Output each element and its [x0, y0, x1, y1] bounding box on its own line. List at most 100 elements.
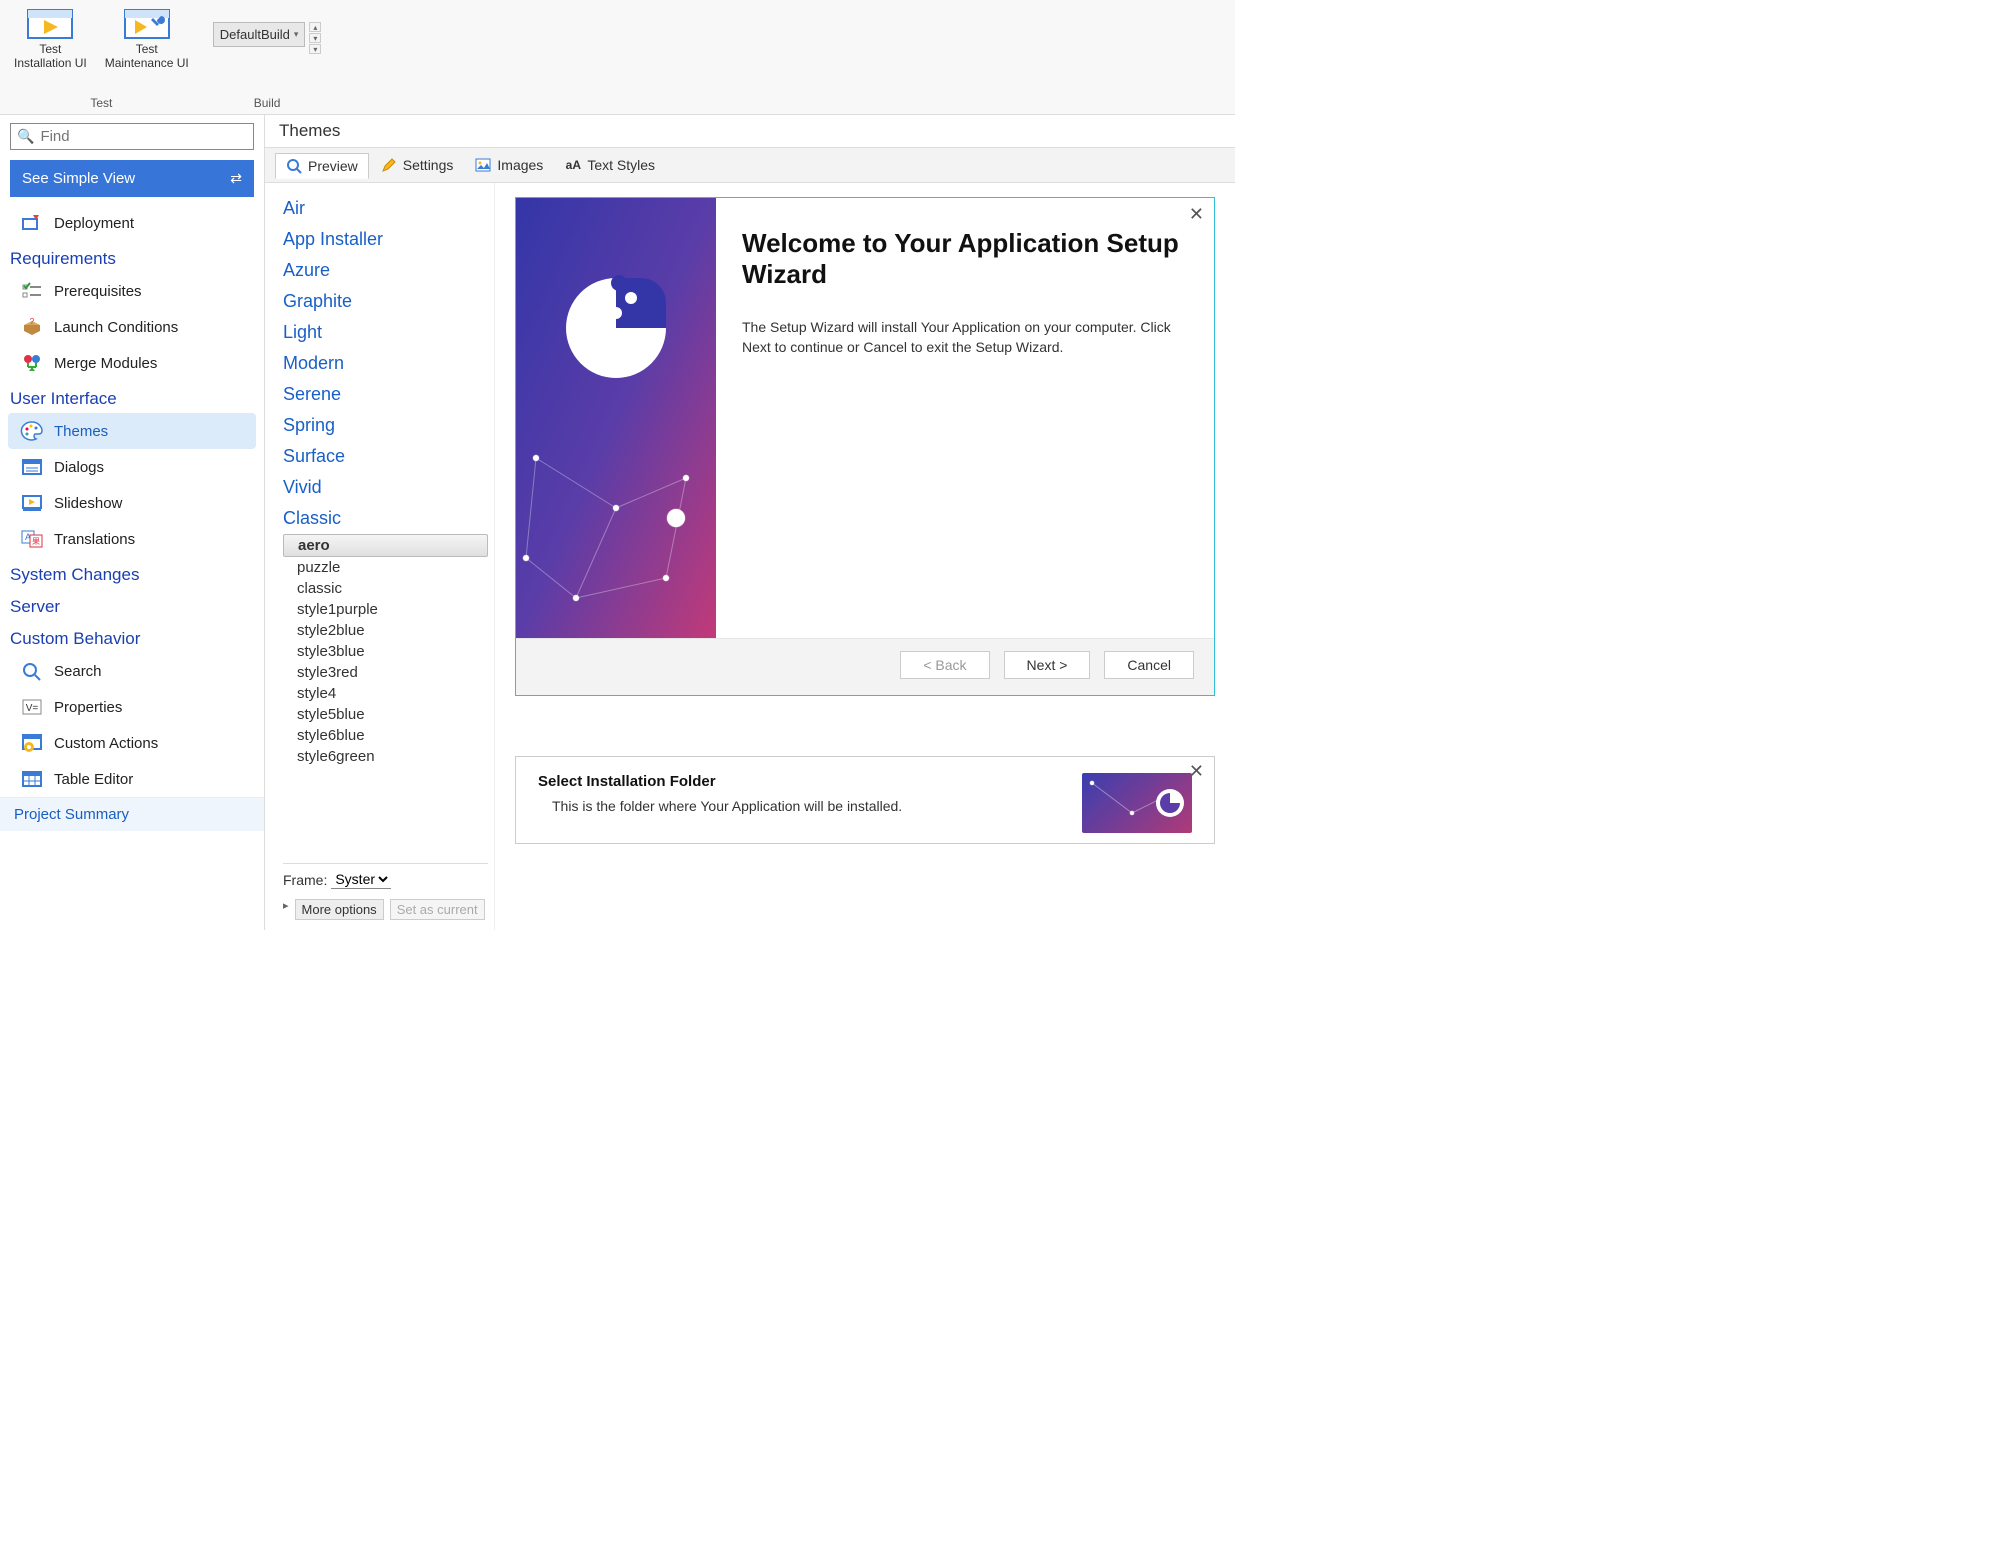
test-maintenance-ui-button[interactable]: Test Maintenance UI — [101, 6, 193, 73]
find-box[interactable]: 🔍 — [10, 123, 254, 150]
content-body: AirApp InstallerAzureGraphiteLightModern… — [265, 183, 1235, 930]
window-wrench-icon — [123, 8, 171, 40]
properties-icon: V= — [20, 696, 44, 718]
see-simple-view-button[interactable]: See Simple View ⇄ — [10, 160, 254, 197]
wizard2-body: This is the folder where Your Applicatio… — [538, 798, 902, 814]
sidebar-item-translations[interactable]: A果 Translations — [0, 521, 264, 557]
text-icon: aA — [565, 157, 581, 173]
ribbon-group-build: DefaultBuild ▾ ▴ ▾ ▾ Build — [203, 0, 332, 114]
sidebar-item-label: Themes — [54, 423, 108, 440]
wizard-welcome: ✕ — [515, 197, 1215, 696]
tab-images[interactable]: Images — [465, 152, 553, 178]
theme-category[interactable]: Surface — [283, 441, 488, 472]
app-root: Test Installation UI Test Maintenance UI… — [0, 0, 1235, 930]
theme-category[interactable]: Azure — [283, 255, 488, 286]
sidebar-item-table-editor[interactable]: Table Editor — [0, 761, 264, 797]
test-installation-ui-label: Test Installation UI — [14, 42, 87, 71]
set-as-current-button[interactable]: Set as current — [390, 899, 485, 920]
sidebar-item-search[interactable]: Search — [0, 653, 264, 689]
build-spinner: ▴ ▾ ▾ — [309, 22, 321, 55]
build-spinner-up[interactable]: ▴ — [309, 22, 321, 32]
tab-text-styles[interactable]: aA Text Styles — [555, 152, 665, 178]
sidebar-item-properties[interactable]: V= Properties — [0, 689, 264, 725]
build-spinner-down[interactable]: ▾ — [309, 33, 321, 43]
tab-label: Text Styles — [587, 157, 655, 173]
theme-category[interactable]: Classic — [283, 503, 488, 534]
cancel-button[interactable]: Cancel — [1104, 651, 1194, 679]
svg-text:果: 果 — [32, 537, 40, 546]
find-input[interactable] — [40, 128, 247, 145]
build-config-value: DefaultBuild — [220, 27, 290, 42]
checklist-icon — [20, 280, 44, 302]
sidebar-item-label: Deployment — [54, 215, 134, 232]
theme-variant[interactable]: style5blue — [283, 704, 488, 725]
sidebar-item-deployment[interactable]: Deployment — [0, 205, 264, 241]
theme-category[interactable]: App Installer — [283, 224, 488, 255]
sidebar-project-summary[interactable]: Project Summary — [0, 797, 264, 831]
theme-category[interactable]: Serene — [283, 379, 488, 410]
theme-variant[interactable]: classic — [283, 578, 488, 599]
main-body: 🔍 See Simple View ⇄ Deployment Requireme… — [0, 115, 1235, 930]
theme-panel: AirApp InstallerAzureGraphiteLightModern… — [265, 183, 495, 930]
pencil-icon — [381, 157, 397, 173]
theme-variant[interactable]: style1purple — [283, 599, 488, 620]
content-title: Themes — [265, 115, 1235, 148]
gear-window-icon — [20, 732, 44, 754]
theme-variant[interactable]: style3blue — [283, 641, 488, 662]
sidebar-item-label: Slideshow — [54, 495, 122, 512]
sidebar-item-slideshow[interactable]: Slideshow — [0, 485, 264, 521]
next-button[interactable]: Next > — [1004, 651, 1091, 679]
box-question-icon: ? — [20, 316, 44, 338]
theme-category[interactable]: Air — [283, 193, 488, 224]
sidebar-section-system-changes: System Changes — [0, 557, 264, 589]
sidebar-item-themes[interactable]: Themes — [8, 413, 256, 449]
theme-variant[interactable]: style6green — [283, 746, 488, 767]
tab-label: Images — [497, 157, 543, 173]
theme-variant[interactable]: style6blue — [283, 725, 488, 746]
sidebar-item-prerequisites[interactable]: Prerequisites — [0, 273, 264, 309]
build-spinner-menu[interactable]: ▾ — [309, 44, 321, 54]
sidebar-item-label: Search — [54, 663, 102, 680]
theme-variant[interactable]: style2blue — [283, 620, 488, 641]
theme-category[interactable]: Light — [283, 317, 488, 348]
theme-variant[interactable]: aero — [283, 534, 488, 557]
sidebar-item-launch-conditions[interactable]: ? Launch Conditions — [0, 309, 264, 345]
theme-list: AirApp InstallerAzureGraphiteLightModern… — [283, 193, 488, 859]
tab-preview[interactable]: Preview — [275, 153, 369, 179]
theme-variant[interactable]: puzzle — [283, 557, 488, 578]
sidebar-item-label: Prerequisites — [54, 283, 142, 300]
wizard-buttons: < Back Next > Cancel — [516, 638, 1214, 695]
sidebar-item-custom-actions[interactable]: Custom Actions — [0, 725, 264, 761]
ribbon-group-test: Test Installation UI Test Maintenance UI… — [0, 0, 203, 114]
window-play-icon — [26, 8, 74, 40]
build-config-combo[interactable]: DefaultBuild ▾ — [213, 22, 306, 47]
sidebar: 🔍 See Simple View ⇄ Deployment Requireme… — [0, 115, 265, 930]
theme-variant[interactable]: style4 — [283, 683, 488, 704]
theme-category[interactable]: Modern — [283, 348, 488, 379]
wizard-install-folder: ✕ Select Installation Folder This is the… — [515, 756, 1215, 844]
search-icon: 🔍 — [17, 128, 34, 145]
more-options-button[interactable]: More options — [295, 899, 384, 920]
back-button[interactable]: < Back — [900, 651, 989, 679]
theme-category[interactable]: Spring — [283, 410, 488, 441]
sidebar-item-dialogs[interactable]: Dialogs — [0, 449, 264, 485]
expand-icon[interactable]: ▸ — [283, 899, 289, 920]
palette-icon — [20, 420, 44, 442]
translate-icon: A果 — [20, 528, 44, 550]
theme-category[interactable]: Vivid — [283, 472, 488, 503]
frame-select[interactable]: Syster — [331, 870, 391, 889]
sidebar-section-custom-behavior: Custom Behavior — [0, 621, 264, 653]
theme-variant[interactable]: style3red — [283, 662, 488, 683]
sidebar-item-merge-modules[interactable]: Merge Modules — [0, 345, 264, 381]
close-icon[interactable]: ✕ — [1189, 204, 1204, 225]
table-icon — [20, 768, 44, 790]
theme-category[interactable]: Graphite — [283, 286, 488, 317]
content-tabs: Preview Settings Images aA Text Styles — [265, 148, 1235, 183]
tab-settings[interactable]: Settings — [371, 152, 464, 178]
sidebar-item-label: Table Editor — [54, 771, 133, 788]
image-icon — [475, 157, 491, 173]
sidebar-section-user-interface: User Interface — [0, 381, 264, 413]
see-simple-label: See Simple View — [22, 170, 135, 187]
test-installation-ui-button[interactable]: Test Installation UI — [10, 6, 91, 73]
wizard-side-art — [516, 198, 716, 638]
